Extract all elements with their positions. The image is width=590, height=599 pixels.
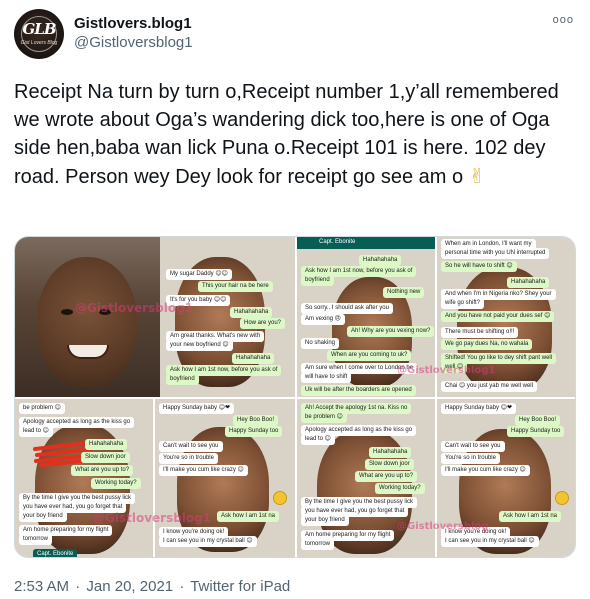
chat-bubble: No shaking [301, 338, 340, 349]
chat-bubble: You're so in trouble [441, 453, 500, 464]
chat-bubble: Can't wait to see you [159, 441, 223, 452]
contact-name: Capt. Ebonite [33, 549, 78, 557]
chat-bubble: Happy Sunday too [225, 426, 283, 437]
tweet-metadata: 2:53 AM · Jan 20, 2021 · Twitter for iPa… [14, 578, 290, 595]
chat-bubble: Hahahahaha [85, 439, 128, 450]
chat-bubble: Slow down joor [81, 452, 130, 463]
media-panel-4[interactable]: Ah! Accept the apology 1st na. Kiss no b… [297, 399, 575, 557]
chat-bubble: tomorrow [19, 534, 53, 545]
chat-bubble: Nothing new [383, 287, 425, 298]
chat-bubble: Hahahahaha [230, 307, 273, 318]
face [37, 257, 137, 387]
whatsapp-header: Capt. Ebonite [297, 237, 435, 249]
chat-bubble: I'll make you cum like crazy 😊 [441, 465, 530, 476]
chat-bubble: Happy Sunday too [507, 426, 565, 437]
avatar[interactable]: GLB Gist Lovers Blog [14, 9, 64, 59]
chat-bubble: I can see you in my crystal ball 😊 [159, 536, 257, 547]
chat-bubble: boyfriend [301, 275, 334, 286]
chat-bubble: Happy Sunday baby 😊❤ [441, 403, 516, 414]
smiling-face-emoji [555, 491, 569, 505]
chat-bubble: Hahahahaha [232, 353, 275, 364]
chat-bubble: Hahahahaha [359, 255, 402, 266]
tweet-source[interactable]: Twitter for iPad [190, 578, 290, 595]
chat-bubble: What are you up to? [355, 471, 418, 482]
left-eye [61, 309, 73, 315]
chat-bubble: will have to shift [301, 372, 352, 383]
chat-bubble: So sorry.. I should ask after you [301, 303, 393, 314]
more-options-icon[interactable]: ooo [553, 14, 574, 26]
chat-bubble: tomorrow [301, 539, 335, 550]
chat-bubble: Hey Boo Boo! [515, 415, 561, 426]
chat-screenshot-right: Happy Sunday baby 😊❤ Hey Boo Boo! Happy … [437, 399, 575, 557]
chat-bubble: Working today? [375, 483, 425, 494]
media-panel-1[interactable]: My sugar Daddy 😊😊 This your hair na be h… [15, 237, 295, 397]
chat-bubble: lead to 😊 [301, 434, 335, 445]
chat-bubble: Slow down joor [365, 459, 414, 470]
tweet-time[interactable]: 2:53 AM [14, 578, 69, 595]
chat-bubble: lead to 😊 [19, 426, 53, 437]
tweet-text: Receipt Na turn by turn o,Receipt number… [14, 78, 576, 191]
chat-bubble: boyfriend [166, 374, 199, 385]
chat-bubble: your new boyfriend 😊 [166, 340, 233, 351]
chat-bubble: personal time with you UN interrupted [441, 248, 550, 259]
chat-bubble: Uk will be after the boarders are opened [301, 385, 416, 396]
chat-bubble: When are you coming to uk? [327, 350, 412, 361]
meta-separator: · [179, 578, 185, 595]
chat-bubble: Chai 😊 you just yab me well well [441, 381, 537, 392]
chat-bubble: So he will have to shift 😊 [441, 261, 517, 272]
chat-screenshot-left: Ah! Accept the apology 1st na. Kiss no b… [297, 399, 435, 557]
chat-screenshot: My sugar Daddy 😊😊 This your hair na be h… [160, 237, 295, 397]
chat-bubble: be problem 😊 [301, 412, 347, 423]
chat-bubble: be problem 😊 [19, 403, 65, 414]
smile [67, 345, 109, 359]
watermark: @Gistloversblog1 [75, 301, 194, 315]
display-name[interactable]: Gistlovers.blog1 [74, 14, 193, 33]
chat-bubble: And you have not paid your dues sef 😊 [441, 311, 555, 322]
chat-bubble: What are you up to? [71, 465, 134, 476]
watermark: @Gistloversblog1 [93, 511, 212, 525]
chat-bubble: Can't wait to see you [441, 441, 505, 452]
chat-bubble: Working today? [91, 478, 141, 489]
chat-bubble: This your hair na be here [198, 281, 273, 292]
chat-bubble: We go pay dues Na, no wahala [441, 339, 533, 350]
chat-bubble: Happy Sunday baby 😊❤ [159, 403, 234, 414]
chat-bubble: Hahahahaha [369, 447, 412, 458]
account-handle[interactable]: @Gistloversblog1 [74, 33, 193, 52]
tweet-header: GLB Gist Lovers Blog Gistlovers.blog1 @G… [14, 8, 576, 60]
chat-bubble: Hahahahaha [507, 277, 550, 288]
chat-bubble: wife go shift? [441, 298, 485, 309]
chat-screenshot-left: be problem 😊 Apology accepted as long as… [15, 399, 153, 557]
account-name-block: Gistlovers.blog1 @Gistloversblog1 [74, 14, 193, 52]
chat-bubble: your boy friend [301, 515, 349, 526]
chat-bubble: Ask how I am 1st na [217, 511, 280, 522]
avatar-logo-subtext: Gist Lovers Blog [20, 40, 58, 46]
chat-bubble: I'll make you cum like crazy 😊 [159, 465, 248, 476]
chat-bubble: How are you? [240, 318, 286, 329]
smiling-face-emoji [273, 491, 287, 505]
chat-bubble: Hey Boo Boo! [233, 415, 279, 426]
chat-bubble: Am vexing 😠 [301, 314, 345, 325]
media-panel-2[interactable]: Capt. Ebonite Hahahahaha Ask how I am 1s… [297, 237, 575, 397]
chat-bubble: You're so in trouble [159, 453, 218, 464]
watermark: @Gistloversblog [397, 521, 489, 532]
chat-bubble: My sugar Daddy 😊😊 [166, 269, 232, 280]
contact-name: Capt. Ebonite [319, 239, 356, 245]
media-grid[interactable]: My sugar Daddy 😊😊 This your hair na be h… [14, 236, 576, 558]
chat-bubble: Ah! Why are you vexing now? [347, 326, 435, 337]
tweet-date[interactable]: Jan 20, 2021 [86, 578, 173, 595]
chat-screenshot-right: Happy Sunday baby 😊❤ Hey Boo Boo! Happy … [155, 399, 295, 557]
media-panel-3[interactable]: be problem 😊 Apology accepted as long as… [15, 399, 295, 557]
chat-bubble: your boy friend [19, 511, 67, 522]
meta-separator: · [75, 578, 81, 595]
tweet: GLB Gist Lovers Blog Gistlovers.blog1 @G… [0, 0, 590, 599]
victory-hand-emoji: ✌ [468, 164, 486, 188]
chat-bubble: There must be shifting o!!! [441, 327, 519, 338]
chat-bubble: Ask how I am 1st na [499, 511, 562, 522]
avatar-logo-monogram: GLB [22, 20, 56, 38]
selfie-photo [15, 237, 160, 397]
chat-bubble: I can see you in my crystal ball 😊 [441, 536, 539, 547]
watermark: @Gistloversblog1 [397, 365, 496, 376]
